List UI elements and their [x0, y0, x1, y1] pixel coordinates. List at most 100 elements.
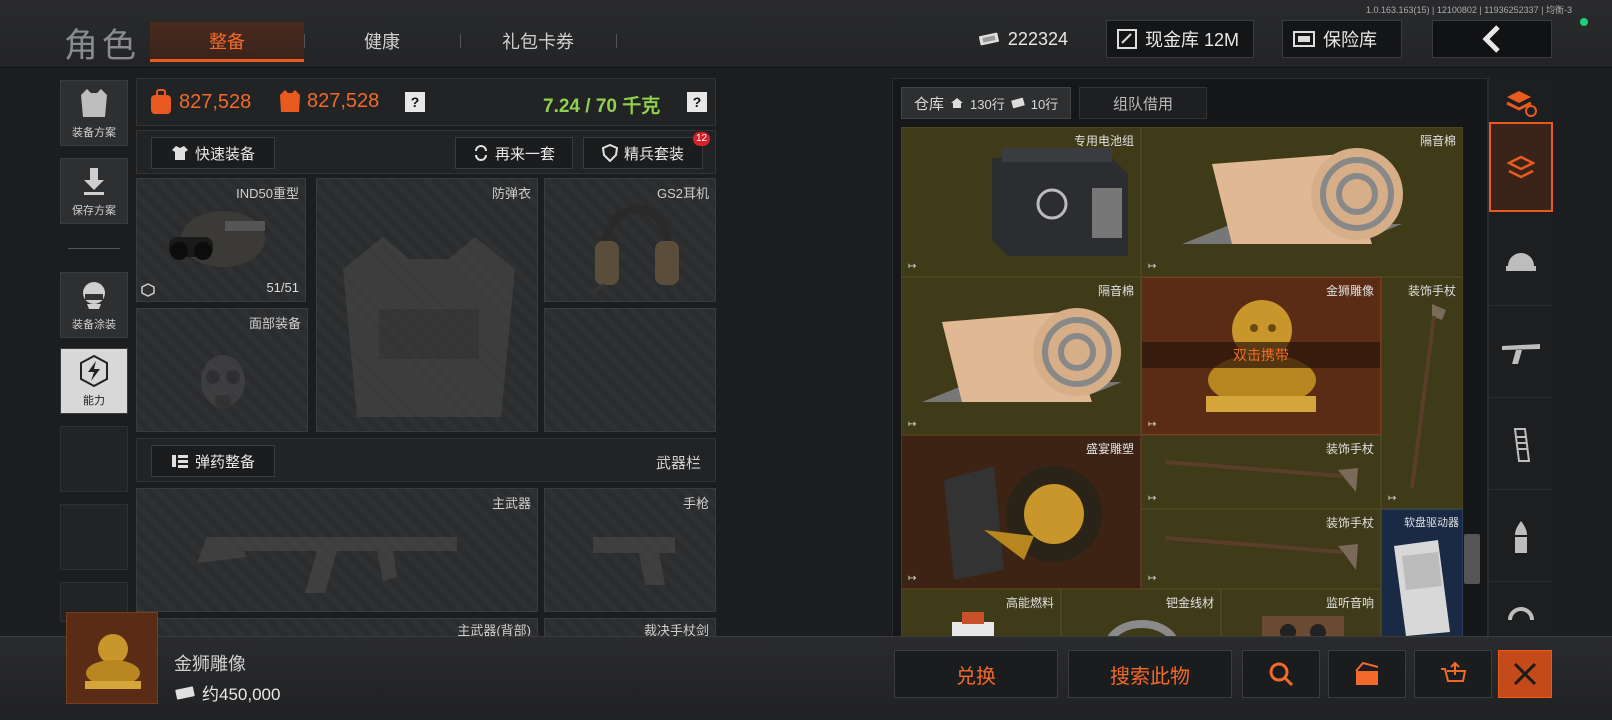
vest-icon — [280, 90, 300, 112]
currency-value: 222324 — [1007, 28, 1068, 49]
armor-slot[interactable]: 防弹衣 — [316, 178, 538, 432]
top-bar: 角色 整备 健康 礼包卡券 1.0.163.163(15) | 12100802… — [0, 0, 1612, 68]
insurance-label: 保险库 — [1323, 30, 1377, 50]
warehouse-panel: 仓库 130行 10行 组队借用 专用电池组 ↦ 隔音棉 ↦ 隔音棉 ↦ 金狮雕… — [892, 78, 1488, 641]
item-card[interactable]: 钯金线材 — [1061, 589, 1221, 641]
tab-equip[interactable]: 整备 — [150, 22, 304, 62]
tab-gift-cards[interactable]: 礼包卡券 — [461, 22, 615, 62]
face-slot[interactable]: 面部装备 — [136, 308, 308, 432]
search-item-button[interactable]: 搜索此物 — [1068, 650, 1232, 698]
help-icon[interactable]: ? — [405, 92, 425, 112]
vest-icon — [343, 237, 515, 417]
insulation-roll-icon — [922, 308, 1122, 402]
primary-back-slot[interactable]: 主武器(背部) — [136, 618, 538, 638]
cane-icon — [1410, 304, 1446, 489]
move-icon: ↦ — [908, 261, 917, 272]
item-name: 装饰手杖 — [1407, 284, 1456, 298]
quick-equip-button[interactable]: 快速装备 — [151, 137, 275, 169]
reroll-button[interactable]: 再来一套 — [455, 137, 573, 169]
move-icon: ↦ — [1148, 493, 1157, 504]
sort-stack-button[interactable] — [1489, 78, 1553, 128]
carry-button[interactable] — [1414, 650, 1492, 698]
nav-divider — [68, 248, 120, 249]
page-title: 角色 — [64, 27, 140, 65]
item-card[interactable]: 装饰手杖 ↦ — [1381, 277, 1463, 509]
primary-weapon-slot[interactable]: 主武器 — [136, 488, 538, 612]
safe-icon — [1293, 31, 1315, 47]
save-plan-label: 保存方案 — [72, 205, 116, 217]
item-card[interactable]: 盛宴雕塑 ↦ — [901, 435, 1141, 589]
search-button[interactable] — [1242, 650, 1320, 698]
item-card[interactable]: 专用电池组 ↦ — [901, 127, 1141, 277]
feast-sculpture-icon — [944, 466, 1102, 580]
bullet-icon — [1515, 520, 1527, 553]
ability-button[interactable]: 能力 — [60, 348, 128, 414]
weight-display: 7.24 / 70 千克 — [543, 96, 661, 117]
item-card[interactable]: 软盘驱动器 — [1381, 509, 1463, 641]
item-card[interactable]: 装饰手杖 ↦ — [1141, 435, 1381, 509]
move-icon: ↦ — [1148, 261, 1157, 272]
melee-slot[interactable]: 裁决手杖剑 — [544, 618, 716, 638]
selected-item-thumbnail — [66, 612, 158, 704]
move-icon: ↦ — [1148, 419, 1157, 430]
ammo-prep-button[interactable]: 弹药整备 — [151, 445, 275, 477]
save-plan-button[interactable]: 保存方案 — [60, 158, 128, 224]
pistol-slot[interactable]: 手枪 — [544, 488, 716, 612]
cash-vault-button[interactable]: 现金库 12M — [1106, 20, 1254, 58]
item-card[interactable]: 监听音响 — [1221, 589, 1381, 641]
category-misc-tab[interactable] — [1489, 584, 1553, 640]
cube-icon — [141, 283, 155, 297]
exchange-button[interactable]: 兑换 — [894, 650, 1058, 698]
equipment-skin-button[interactable]: 装备涂装 — [60, 272, 128, 338]
helmet-durability: 51/51 — [266, 280, 299, 295]
tab-team-borrow[interactable]: 组队借用 — [1079, 87, 1207, 119]
item-card[interactable]: 隔音棉 ↦ — [1141, 127, 1463, 277]
weapon-bar-label: 武器栏 — [655, 455, 701, 472]
version-info: 1.0.163.163(15) | 12100802 | 11936252337… — [1365, 5, 1572, 15]
item-name: 盛宴雕塑 — [1085, 442, 1134, 456]
category-ammo-tab[interactable] — [1489, 492, 1553, 582]
warehouse-grid: 专用电池组 ↦ 隔音棉 ↦ 隔音棉 ↦ 金狮雕像 双击携带 ↦ 装饰手杖 ↦ 盛… — [901, 127, 1465, 641]
item-card-selected[interactable]: 金狮雕像 双击携带 ↦ — [1141, 277, 1381, 435]
tab-health[interactable]: 健康 — [305, 22, 459, 62]
item-card[interactable]: 高能燃料 — [901, 589, 1061, 641]
warehouse-scrollbar[interactable] — [1464, 534, 1480, 584]
loadout-plan-button[interactable]: 装备方案 — [60, 80, 128, 146]
armor-slot-label: 防弹衣 — [491, 186, 531, 201]
help-icon[interactable]: ? — [687, 92, 707, 112]
tab-warehouse[interactable]: 仓库 130行 10行 — [901, 87, 1072, 119]
close-button[interactable] — [1498, 650, 1552, 698]
category-helmet-tab[interactable] — [1489, 216, 1553, 306]
store-button[interactable] — [1328, 650, 1406, 698]
status-dot — [1580, 18, 1588, 26]
item-name: 高能燃料 — [1005, 596, 1054, 610]
rifle-icon — [197, 537, 457, 593]
empty-slot[interactable] — [544, 308, 716, 432]
move-icon: ↦ — [908, 419, 917, 430]
insurance-button[interactable]: 保险库 — [1282, 20, 1402, 58]
pistol-icon — [593, 537, 675, 585]
back-button[interactable] — [1432, 20, 1552, 58]
cash-icon — [978, 32, 999, 46]
ammo-icon — [171, 455, 188, 468]
item-card[interactable]: 隔音棉 ↦ — [901, 277, 1141, 435]
headset-slot[interactable]: GS2耳机 — [544, 178, 716, 302]
helmet-icon — [1506, 252, 1536, 271]
ability-label: 能力 — [83, 395, 105, 407]
elite-set-badge: 12 — [693, 132, 711, 146]
loadout-plan-label: 装备方案 — [72, 127, 116, 139]
right-nav — [1488, 78, 1553, 640]
ticket-icon — [1010, 97, 1025, 109]
ammo-bar: 弹药整备 武器栏 — [136, 438, 716, 482]
stack-refresh-icon — [1506, 90, 1537, 117]
selected-item-price: 约450,000 — [174, 680, 280, 705]
category-rifle-tab[interactable] — [1489, 308, 1553, 398]
item-name: 金狮雕像 — [1325, 284, 1374, 298]
insulation-roll-icon — [1182, 148, 1403, 244]
category-all-tab[interactable] — [1489, 122, 1553, 212]
category-magazine-tab[interactable] — [1489, 400, 1553, 490]
elite-set-button[interactable]: 精兵套装 — [583, 137, 703, 169]
item-card[interactable]: 装饰手杖 ↦ — [1141, 509, 1381, 589]
currency-display: 222324 — [968, 20, 1078, 58]
helmet-slot[interactable]: IND50重型 51/51 — [136, 178, 306, 302]
